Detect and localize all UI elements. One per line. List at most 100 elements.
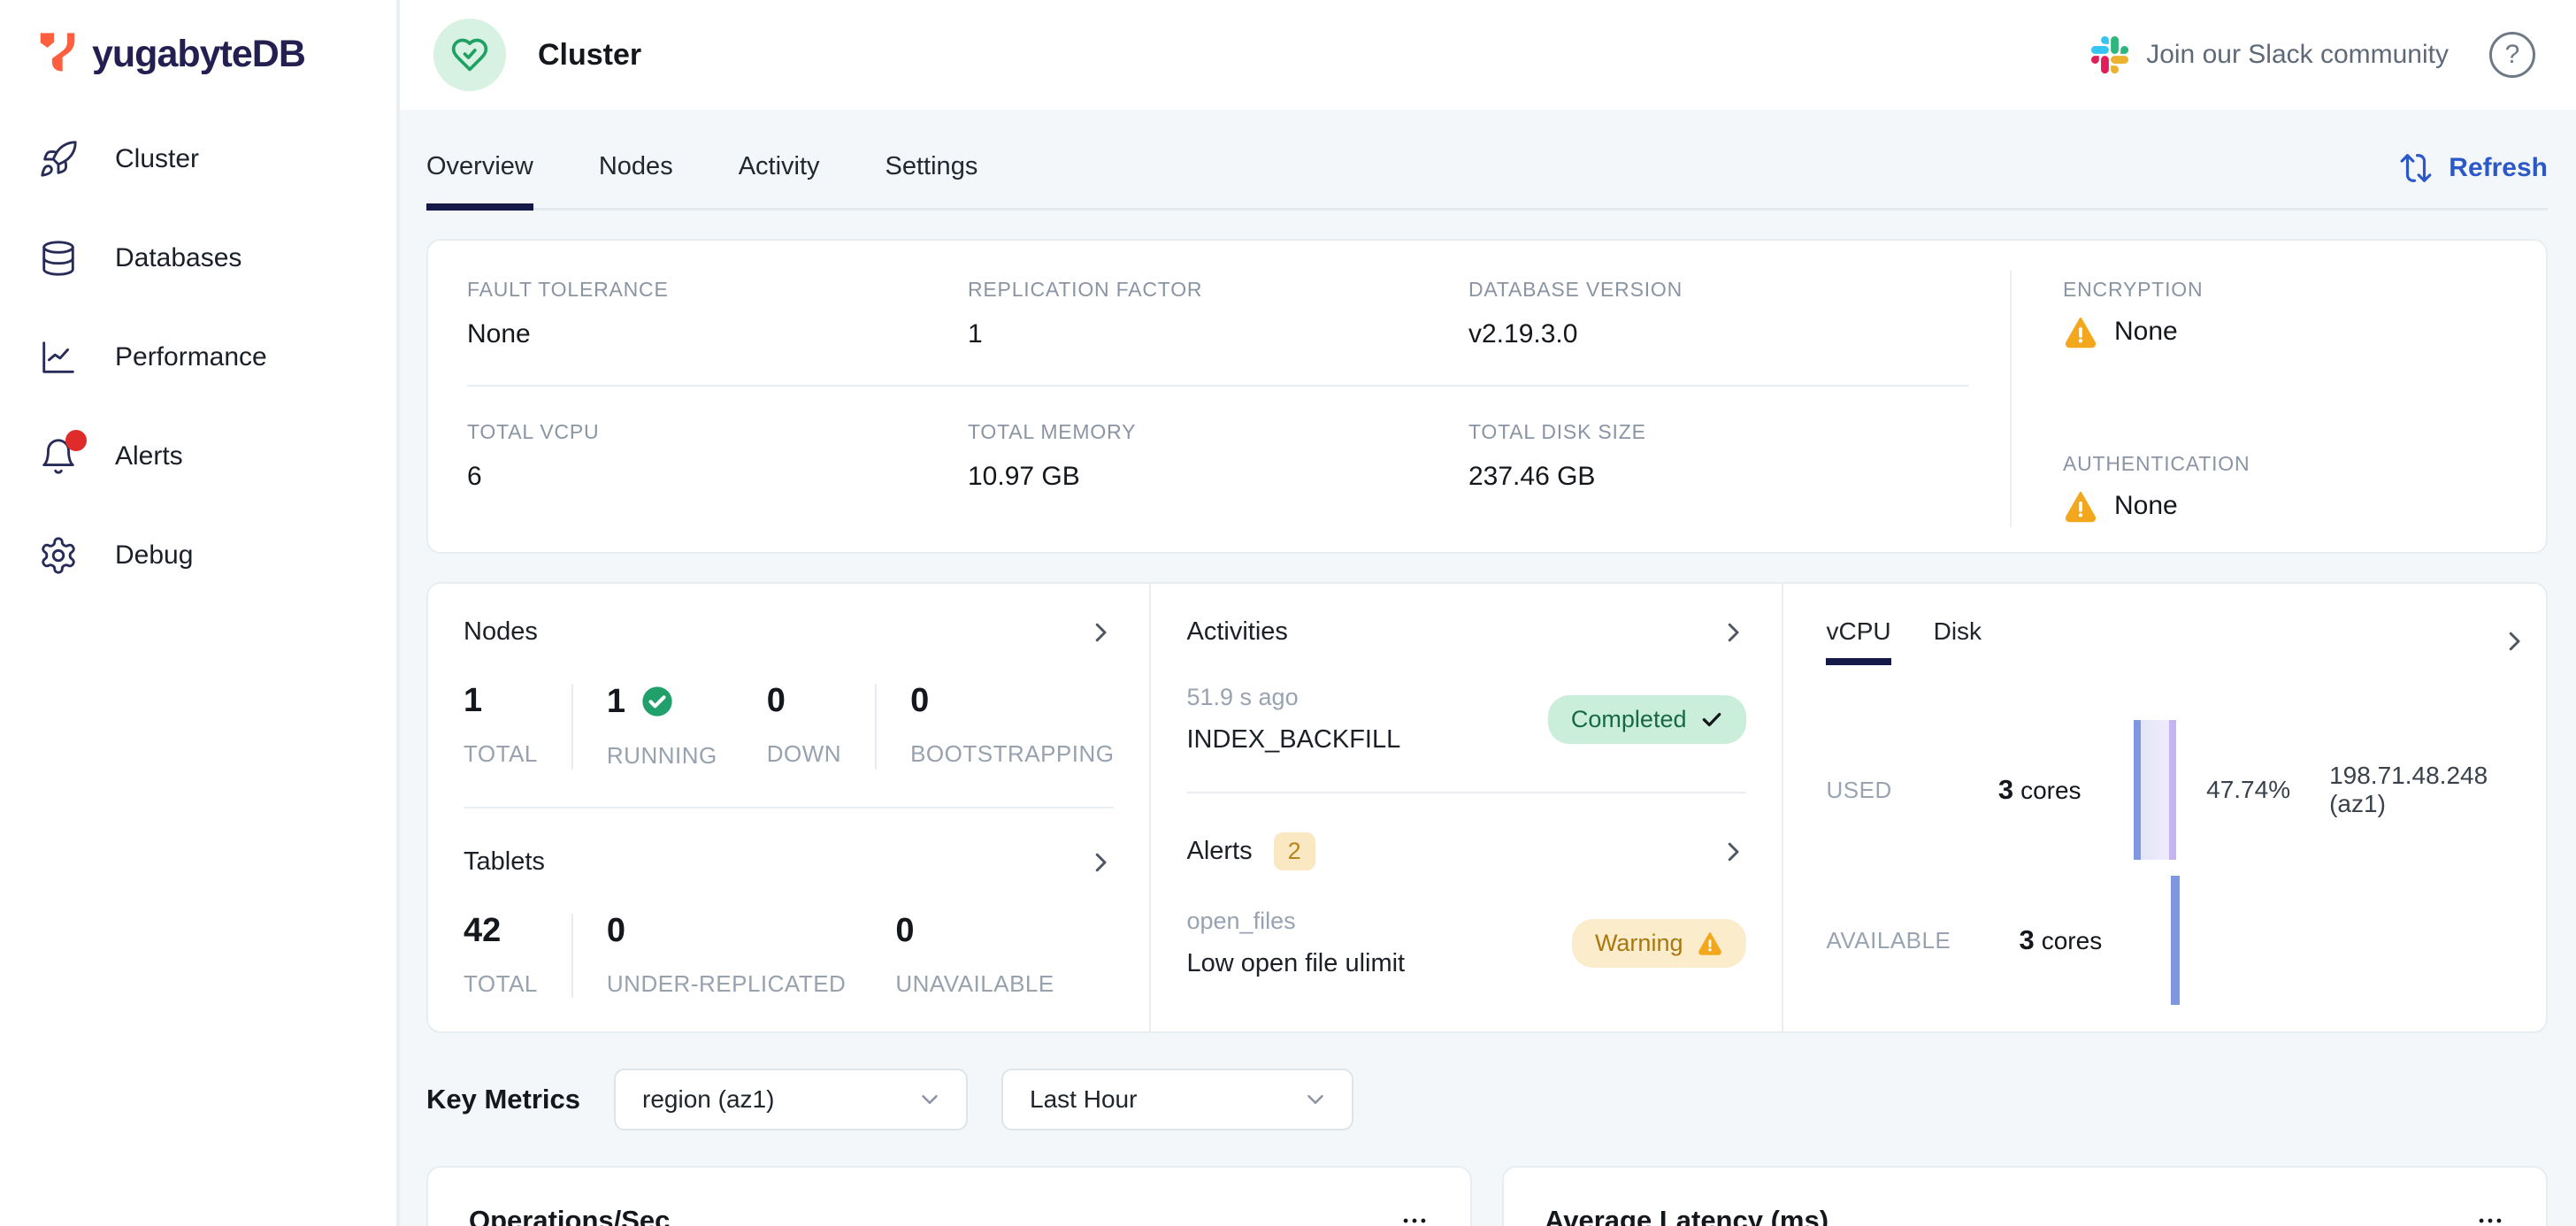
stat-total-vcpu: TOTAL VCPU 6 (467, 420, 968, 492)
nodes-chevron-right-icon[interactable] (1087, 619, 1114, 646)
nodes-bootstrapping: 0 BOOTSTRAPPING (910, 684, 1114, 768)
cluster-overview-card: Nodes 1 TOTAL 1 (426, 582, 2548, 1033)
alerts-notification-dot (65, 430, 87, 451)
available-cores: 3cores (2019, 924, 2171, 956)
tablets-total: 42 TOTAL (464, 914, 538, 998)
more-options-icon[interactable] (1399, 1206, 1430, 1226)
alert-status-badge: Warning (1572, 919, 1747, 968)
key-metrics-title: Key Metrics (426, 1084, 580, 1115)
heart-check-icon (450, 35, 489, 74)
activities-alerts-column: Activities 51.9 s ago INDEX_BACKFILL Com… (1149, 584, 1782, 1031)
operations-per-sec-card: Operations/Sec (426, 1166, 1472, 1226)
warning-icon (2063, 488, 2098, 524)
yugabytedb-logo[interactable]: yugabyteDB (0, 23, 396, 85)
security-stats: ENCRYPTION None AUTHENTICATION (2010, 271, 2507, 527)
used-label: USED (1826, 777, 1997, 804)
tablets-chevron-right-icon[interactable] (1087, 849, 1114, 876)
sidebar-item-databases[interactable]: Databases (0, 209, 396, 308)
rocket-icon (37, 138, 80, 180)
tab-overview[interactable]: Overview (426, 140, 533, 208)
tab-nodes[interactable]: Nodes (599, 140, 673, 208)
tablets-under-replicated: 0 UNDER-REPLICATED (607, 914, 846, 998)
sidebar: yugabyteDB Cluster Databa (0, 0, 400, 1226)
nodes-tablets-column: Nodes 1 TOTAL 1 (428, 584, 1149, 1031)
sidebar-item-alerts[interactable]: Alerts (0, 407, 396, 506)
tab-settings[interactable]: Settings (886, 140, 978, 208)
cluster-health-badge (433, 19, 506, 91)
gear-icon (37, 534, 80, 577)
database-icon (37, 237, 80, 280)
used-percent: 47.74% (2206, 776, 2290, 804)
chart-title: Operations/Sec (469, 1205, 670, 1226)
nodes-card-title: Nodes (464, 617, 538, 647)
sidebar-item-cluster[interactable]: Cluster (0, 110, 396, 209)
topbar-actions: Join our Slack community ? (2091, 32, 2535, 78)
tab-activity[interactable]: Activity (739, 140, 820, 208)
activity-time: 51.9 s ago (1186, 684, 1400, 711)
tab-disk[interactable]: Disk (1934, 617, 1982, 665)
tablets-card-title: Tablets (464, 847, 545, 877)
slack-icon (2091, 36, 2128, 73)
sidebar-item-label: Databases (115, 243, 242, 273)
page-title: Cluster (538, 38, 641, 73)
key-metrics-bar: Key Metrics region (az1) Last Hour (426, 1069, 2548, 1130)
vcpu-used-row: USED 3cores 47.74% 198.71.48.248 (az1) (1826, 720, 2526, 860)
refresh-icon (2399, 151, 2433, 185)
alert-row: open_files Low open file ulimit Warning (1186, 908, 1746, 978)
alerts-count-badge: 2 (1274, 832, 1315, 870)
stat-fault-tolerance: FAULT TOLERANCE None (467, 278, 968, 349)
sidebar-item-label: Alerts (115, 441, 183, 471)
help-icon[interactable]: ? (2489, 32, 2535, 78)
sidebar-item-debug[interactable]: Debug (0, 506, 396, 605)
stat-encryption: ENCRYPTION None (2063, 278, 2507, 349)
join-slack-label: Join our Slack community (2146, 40, 2449, 70)
vcpu-available-row: AVAILABLE 3cores (1826, 876, 2526, 1005)
nodes-stats: 1 TOTAL 1 (464, 684, 1114, 770)
metric-charts-row: Operations/Sec Average Latency (ms) (426, 1166, 2548, 1226)
tablets-unavailable: 0 UNAVAILABLE (895, 914, 1054, 998)
check-icon (1700, 708, 1723, 731)
stat-total-memory: TOTAL MEMORY 10.97 GB (968, 420, 1468, 492)
nodes-down: 0 DOWN (767, 684, 841, 770)
vcpu-available-bar (2171, 876, 2180, 1005)
refresh-button[interactable]: Refresh (2399, 151, 2548, 197)
top-header: Cluster Join our Slack community (400, 0, 2576, 110)
sidebar-item-performance[interactable]: Performance (0, 308, 396, 407)
cluster-tab-bar: Overview Nodes Activity Settings Refresh (426, 140, 2548, 211)
stat-replication-factor: REPLICATION FACTOR 1 (968, 278, 1468, 349)
alerts-chevron-right-icon[interactable] (1720, 839, 1746, 865)
nodes-total: 1 TOTAL (464, 684, 538, 768)
sidebar-item-label: Cluster (115, 144, 199, 174)
time-range-select[interactable]: Last Hour (1001, 1069, 1353, 1130)
more-options-icon[interactable] (2475, 1206, 2505, 1226)
stat-database-version: DATABASE VERSION v2.19.3.0 (1468, 278, 1969, 349)
activities-chevron-right-icon[interactable] (1720, 619, 1746, 646)
activity-status-badge: Completed (1548, 695, 1747, 744)
resource-chevron-right-icon[interactable] (2501, 628, 2527, 655)
vcpu-used-bar (2134, 720, 2176, 860)
region-select[interactable]: region (az1) (614, 1069, 968, 1130)
chevron-down-icon (916, 1086, 943, 1113)
content-area: Overview Nodes Activity Settings Refresh (400, 110, 2576, 1226)
alert-message: Low open file ulimit (1186, 949, 1405, 978)
refresh-label: Refresh (2449, 153, 2548, 183)
chevron-down-icon (1302, 1086, 1329, 1113)
main-area: Cluster Join our Slack community (400, 0, 2576, 1226)
activity-name: INDEX_BACKFILL (1186, 725, 1400, 755)
yugabytedb-logo-icon (37, 30, 78, 79)
sidebar-item-label: Performance (115, 342, 267, 372)
nodes-running: 1 RUNNING (607, 684, 717, 770)
chart-title: Average Latency (ms) (1545, 1205, 1828, 1226)
summary-stats: FAULT TOLERANCE None REPLICATION FACTOR … (467, 271, 2010, 527)
bell-icon (37, 435, 80, 478)
average-latency-card: Average Latency (ms) (1502, 1166, 2548, 1226)
used-node-address: 198.71.48.248 (az1) (2329, 762, 2526, 818)
join-slack-link[interactable]: Join our Slack community (2091, 36, 2449, 73)
alert-name: open_files (1186, 908, 1405, 935)
alerts-card-title: Alerts (1186, 837, 1252, 866)
resource-usage-column: vCPU Disk USED 3cores (1782, 584, 2562, 1031)
sidebar-item-label: Debug (115, 540, 193, 571)
tablets-stats: 42 TOTAL 0 UNDER-REPLICATED 0 UNAVAILA (464, 914, 1114, 998)
tab-vcpu[interactable]: vCPU (1826, 617, 1890, 665)
warning-icon (1697, 930, 1723, 956)
